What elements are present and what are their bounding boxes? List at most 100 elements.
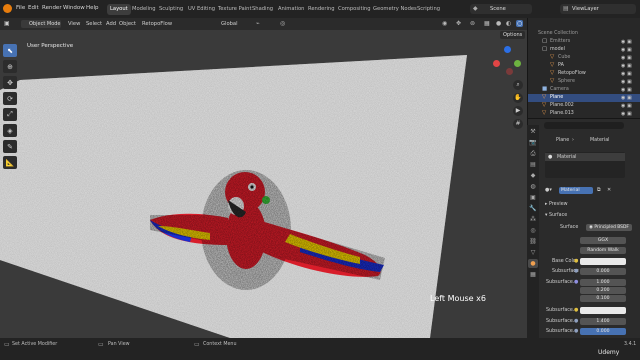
proportional-edit-icon[interactable]: ◎	[280, 20, 285, 27]
eye-icon[interactable]: ◉ ▣	[621, 70, 639, 78]
orientation-dropdown[interactable]: Global	[221, 21, 238, 27]
socket-icon[interactable]: ●	[574, 307, 578, 313]
grid-toggle-icon[interactable]: #	[513, 119, 523, 129]
physics-tab-icon[interactable]: ◎	[528, 226, 538, 235]
gizmo-neg-x[interactable]	[506, 68, 513, 75]
menu-edit[interactable]: Edit	[28, 5, 39, 11]
rotate-tool-icon[interactable]: ⟳	[3, 92, 17, 105]
view-layer-tab-icon[interactable]: ▤	[528, 160, 538, 169]
scene-tab-icon[interactable]: ◆	[528, 171, 538, 180]
navigation-gizmo[interactable]	[493, 46, 523, 76]
subsurface-color-swatch[interactable]	[580, 307, 626, 314]
select-tool-icon[interactable]: ⬉	[3, 44, 17, 57]
surface-shader-dropdown[interactable]: ◉ Principled BSDF	[586, 224, 632, 231]
annotate-tool-icon[interactable]: ✎	[3, 140, 17, 153]
shading-solid-icon[interactable]: ●	[496, 20, 501, 27]
subsurface-method-dropdown[interactable]: Random Walk	[580, 247, 626, 254]
world-tab-icon[interactable]: ◍	[528, 182, 538, 191]
menu-window[interactable]: Window	[63, 5, 85, 11]
tab-scripting[interactable]: Scripting	[414, 4, 443, 15]
snap-icon[interactable]: ⌁	[256, 20, 260, 27]
subsurface-anisotropy-field[interactable]: 0.000	[580, 328, 626, 335]
socket-icon[interactable]: ●	[574, 268, 578, 274]
socket-icon[interactable]: ●	[574, 279, 578, 285]
tab-animation[interactable]: Animation	[275, 4, 307, 15]
subsurface-radius-z[interactable]: 0.100	[580, 295, 626, 302]
pan-icon[interactable]: ✋	[513, 93, 523, 103]
view-layer-selector[interactable]: ▤ ViewLayer	[560, 4, 636, 14]
transform-tool-icon[interactable]: ◈	[3, 124, 17, 137]
tab-uv-editing[interactable]: UV Editing	[185, 4, 218, 15]
unlink-icon[interactable]: ✕	[607, 187, 611, 193]
overlay-toggle-icon[interactable]: ⊚	[470, 20, 475, 27]
shading-rendered-icon[interactable]: ○	[516, 20, 524, 27]
options-button[interactable]: Options	[500, 31, 526, 39]
move-tool-icon[interactable]: ✥	[3, 76, 17, 89]
tab-modeling[interactable]: Modeling	[129, 4, 159, 15]
eye-icon[interactable]: ◉ ▣	[621, 38, 639, 46]
output-tab-icon[interactable]: ⎙	[528, 149, 538, 158]
eye-icon[interactable]: ◉ ▣	[621, 102, 639, 110]
visibility-icon[interactable]: ◉	[442, 20, 447, 27]
properties-search[interactable]	[544, 122, 624, 129]
subsurface-ior-field[interactable]: 1.400	[580, 318, 626, 325]
tool-tab-icon[interactable]: ⚒	[528, 127, 538, 136]
menu-file[interactable]: File	[16, 5, 25, 11]
panel-preview[interactable]: ▸ Preview	[545, 202, 568, 207]
panel-surface[interactable]: ▾ Surface	[545, 213, 567, 218]
material-browse-icon[interactable]: ●▾	[545, 187, 552, 193]
shading-material-icon[interactable]: ◐	[506, 20, 511, 27]
tab-sculpting[interactable]: Sculpting	[156, 4, 186, 15]
constraints-tab-icon[interactable]: ⛓	[528, 237, 538, 246]
eye-icon[interactable]: ◉ ▣	[621, 110, 639, 118]
measure-tool-icon[interactable]: 📐	[3, 156, 17, 169]
material-name-field[interactable]: Material	[559, 187, 593, 194]
eye-icon[interactable]: ◉ ▣	[621, 94, 639, 102]
data-tab-icon[interactable]: ▽	[528, 248, 538, 257]
modifier-tab-icon[interactable]: 🔧	[528, 204, 538, 213]
material-slot-list[interactable]: ● Material	[545, 152, 625, 178]
gizmo-y-axis[interactable]	[514, 60, 521, 67]
menu-help[interactable]: Help	[86, 5, 99, 11]
xray-icon[interactable]: ▦	[484, 20, 490, 27]
render-tab-icon[interactable]: 📷	[528, 138, 538, 147]
eye-icon[interactable]: ◉ ▣	[621, 46, 639, 54]
camera-view-icon[interactable]: ▶	[513, 106, 523, 116]
texture-tab-icon[interactable]: ▦	[528, 270, 538, 279]
material-datablock[interactable]: ●▾ Material ⧉ ✕	[545, 186, 625, 195]
menu-retopoflow[interactable]: RetopoFlow	[142, 21, 172, 27]
cursor-tool-icon[interactable]: ⊕	[3, 60, 17, 73]
mode-dropdown[interactable]: Object Mode	[21, 20, 61, 28]
fake-user-icon[interactable]: ⧉	[597, 187, 601, 193]
editor-type-icon[interactable]: ▣	[4, 20, 10, 27]
subsurface-radius-x[interactable]: 1.000	[580, 279, 626, 286]
distribution-dropdown[interactable]: GGX	[580, 237, 626, 244]
subsurface-field[interactable]: 0.000	[580, 268, 626, 275]
base-color-socket-icon[interactable]: ●	[574, 258, 578, 264]
material-tab-icon[interactable]: ●	[528, 259, 538, 268]
zoom-icon[interactable]: ⌕	[513, 80, 523, 90]
particles-tab-icon[interactable]: ⁂	[528, 215, 538, 224]
eye-icon[interactable]: ◉ ▣	[621, 86, 639, 94]
socket-icon[interactable]: ●	[574, 318, 578, 324]
material-slot-row[interactable]: ● Material	[545, 153, 625, 161]
gizmo-x-axis[interactable]	[493, 60, 500, 67]
scene-selector[interactable]: ◆ Scene	[470, 4, 532, 14]
tab-layout[interactable]: Layout	[107, 4, 131, 15]
scale-tool-icon[interactable]: ⤢	[3, 108, 17, 121]
3d-viewport[interactable]: User Perspective Left Mouse x6 ⌕ ✋ ▶ # O…	[0, 30, 527, 338]
tab-shading[interactable]: Shading	[249, 4, 276, 15]
tab-rendering[interactable]: Rendering	[305, 4, 338, 15]
menu-add[interactable]: Add	[106, 21, 116, 27]
eye-icon[interactable]: ◉ ▣	[621, 62, 639, 70]
menu-render[interactable]: Render	[42, 5, 62, 11]
base-color-swatch[interactable]	[580, 258, 626, 265]
eye-icon[interactable]: ◉ ▣	[621, 54, 639, 62]
tab-compositing[interactable]: Compositing	[335, 4, 374, 15]
socket-icon[interactable]: ●	[574, 328, 578, 334]
gizmo-toggle-icon[interactable]: ✥	[456, 20, 461, 27]
menu-select[interactable]: Select	[86, 21, 102, 27]
list-item[interactable]: Scene Collection	[528, 30, 640, 38]
object-tab-icon[interactable]: ▣	[528, 193, 538, 202]
tab-geometry-nodes[interactable]: Geometry Nodes	[370, 4, 420, 15]
